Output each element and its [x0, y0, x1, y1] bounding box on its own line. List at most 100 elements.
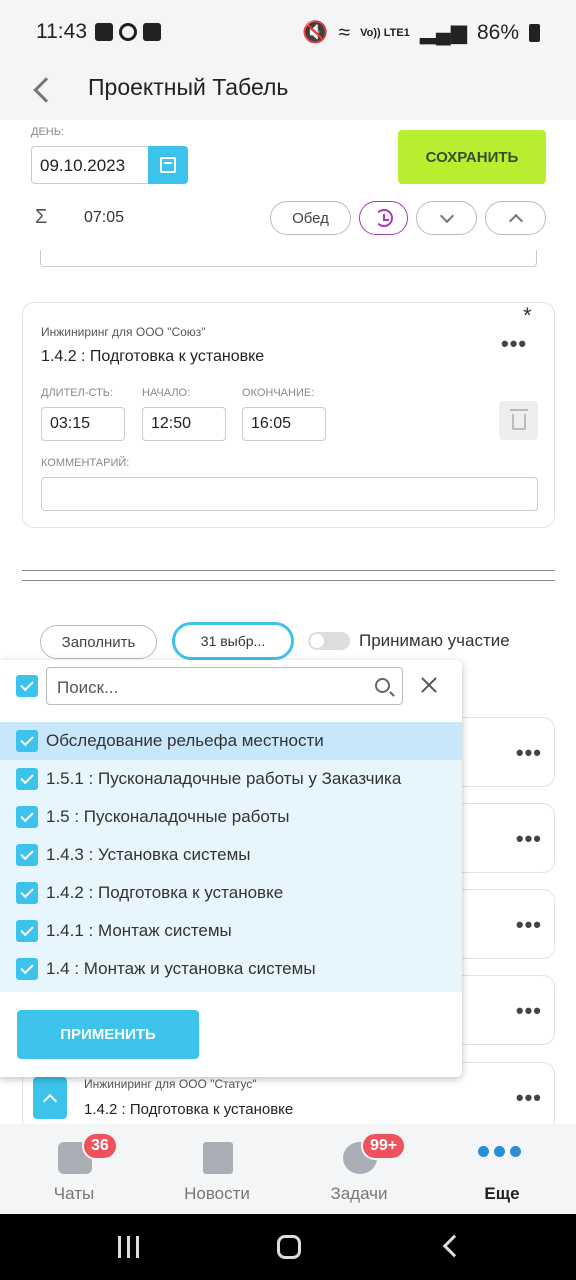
- list-item[interactable]: 1.4.1 : Монтаж системы: [0, 912, 462, 950]
- wifi-icon: ≈: [338, 20, 351, 44]
- calendar-icon: [160, 157, 176, 173]
- comment-field[interactable]: [41, 477, 538, 511]
- back-arrow-icon: [33, 77, 59, 103]
- whatsapp-icon: [119, 23, 137, 41]
- search-icon: [375, 678, 390, 693]
- start-field[interactable]: 12:50: [142, 407, 226, 441]
- recent-apps-button[interactable]: [118, 1236, 139, 1258]
- lte-indicator: Vo)) LTE1: [360, 26, 410, 39]
- sigma-icon: Σ: [35, 206, 48, 228]
- item-label: 1.4.1 : Монтаж системы: [46, 921, 232, 940]
- item-checkbox[interactable]: [16, 806, 38, 828]
- check-icon: [20, 677, 34, 692]
- task-menu-button[interactable]: •••: [501, 331, 527, 357]
- task-filter-select[interactable]: 31 выбр...: [172, 622, 294, 660]
- tasks-badge: 99+: [361, 1132, 407, 1160]
- comment-label: КОММЕНТАРИЙ:: [41, 457, 130, 469]
- divider: [22, 570, 555, 571]
- date-field[interactable]: 09.10.2023: [31, 146, 149, 184]
- toggle-knob: [310, 634, 324, 648]
- calendar-button[interactable]: [148, 146, 188, 184]
- close-icon[interactable]: [416, 672, 442, 698]
- home-button[interactable]: [277, 1235, 301, 1259]
- item-checkbox[interactable]: [16, 844, 38, 866]
- task-title: 1.4.2 : Подготовка к установке: [41, 348, 265, 365]
- scroll-up-button[interactable]: [485, 201, 546, 235]
- item-label: 1.5.1 : Пусконаладочные работы у Заказчи…: [46, 769, 402, 788]
- search-placeholder: Поиск...: [57, 678, 119, 697]
- check-icon: [20, 846, 34, 861]
- item-checkbox[interactable]: [16, 958, 38, 980]
- collapse-button[interactable]: [33, 1077, 67, 1119]
- tab-label: Новости: [184, 1184, 250, 1203]
- list-item[interactable]: 1.4 : Монтаж и установка системы: [0, 950, 462, 988]
- list-item[interactable]: 1.5.1 : Пусконаладочные работы у Заказчи…: [0, 760, 462, 798]
- list-item[interactable]: 1.5 : Пусконаладочные работы: [0, 798, 462, 836]
- item-checkbox[interactable]: [16, 768, 38, 790]
- gallery-icon: [95, 23, 113, 41]
- check-icon: [20, 808, 34, 823]
- chevron-down-icon: [439, 208, 454, 223]
- end-label: ОКОНЧАНИЕ:: [242, 387, 315, 399]
- item-checkbox[interactable]: [16, 730, 38, 752]
- select-all-checkbox[interactable]: [16, 675, 38, 697]
- app-notification-icon: [143, 23, 161, 41]
- tab-news[interactable]: Новости: [145, 1124, 289, 1214]
- duration-field[interactable]: 03:15: [41, 407, 125, 441]
- chats-badge: 36: [82, 1132, 118, 1160]
- more-icon: [478, 1146, 521, 1157]
- task-title: 1.4.2 : Подготовка к установке: [84, 1101, 294, 1118]
- page-title: Проектный Табель: [88, 74, 289, 100]
- battery-percent: 86%: [476, 20, 519, 44]
- search-input[interactable]: Поиск...: [46, 667, 403, 705]
- previous-comment-field[interactable]: [40, 250, 537, 267]
- item-checkbox[interactable]: [16, 920, 38, 942]
- item-label: 1.5 : Пусконаладочные работы: [46, 807, 290, 826]
- check-icon: [20, 922, 34, 937]
- task-filter-dropdown: Поиск... Обследование рельефа местности …: [0, 660, 462, 1077]
- scroll-down-button[interactable]: [416, 201, 477, 235]
- back-button[interactable]: [22, 70, 62, 110]
- item-label: 1.4 : Монтаж и установка системы: [46, 959, 316, 978]
- dropdown-header: Поиск...: [0, 660, 462, 720]
- status-bar: 11:43 🔇 ≈ Vo)) LTE1 ▂▄▆ 86%: [0, 0, 576, 62]
- start-label: НАЧАЛО:: [142, 387, 191, 399]
- item-label: 1.4.2 : Подготовка к установке: [46, 883, 284, 902]
- task-menu-button[interactable]: •••: [516, 998, 542, 1024]
- end-field[interactable]: 16:05: [242, 407, 326, 441]
- apply-button[interactable]: ПРИМЕНИТЬ: [17, 1010, 199, 1059]
- history-button[interactable]: [359, 201, 408, 235]
- system-nav-bar: [0, 1214, 576, 1280]
- list-item[interactable]: 1.4.3 : Установка системы: [0, 836, 462, 874]
- tab-more[interactable]: Еще: [430, 1124, 574, 1214]
- fill-button[interactable]: Заполнить: [40, 625, 157, 659]
- signal-icon: ▂▄▆: [419, 21, 467, 44]
- tab-label: Чаты: [53, 1184, 95, 1203]
- news-icon: [203, 1142, 233, 1174]
- status-time: 11:43: [36, 20, 87, 43]
- bottom-tab-bar: 36 Чаты Новости 99+ Задачи Еще: [0, 1124, 576, 1214]
- system-back-button[interactable]: [442, 1234, 466, 1258]
- list-item[interactable]: 1.4.2 : Подготовка к установке: [0, 874, 462, 912]
- task-menu-button[interactable]: •••: [516, 826, 542, 852]
- item-checkbox[interactable]: [16, 882, 38, 904]
- task-menu-button[interactable]: •••: [516, 740, 542, 766]
- divider: [22, 580, 555, 581]
- check-icon: [20, 960, 34, 975]
- list-item[interactable]: Обследование рельефа местности: [0, 722, 462, 760]
- task-menu-button[interactable]: •••: [516, 912, 542, 938]
- task-menu-button[interactable]: •••: [516, 1085, 542, 1111]
- lunch-button[interactable]: Обед: [270, 201, 351, 235]
- participation-label: Принимаю участие: [359, 631, 510, 650]
- delete-button[interactable]: [499, 401, 538, 440]
- task-project: Инжиниринг для ООО "Союз": [41, 325, 206, 339]
- participation-toggle[interactable]: [308, 632, 350, 650]
- tab-tasks[interactable]: 99+ Задачи: [287, 1124, 431, 1214]
- chevron-up-icon: [42, 1093, 58, 1108]
- tab-chats[interactable]: 36 Чаты: [2, 1124, 146, 1214]
- chevron-up-icon: [508, 213, 523, 228]
- save-button[interactable]: СОХРАНИТЬ: [398, 130, 546, 184]
- duration-label: ДЛИТЕЛ-СТЬ:: [41, 387, 114, 399]
- check-icon: [20, 770, 34, 785]
- mute-icon: 🔇: [302, 20, 329, 44]
